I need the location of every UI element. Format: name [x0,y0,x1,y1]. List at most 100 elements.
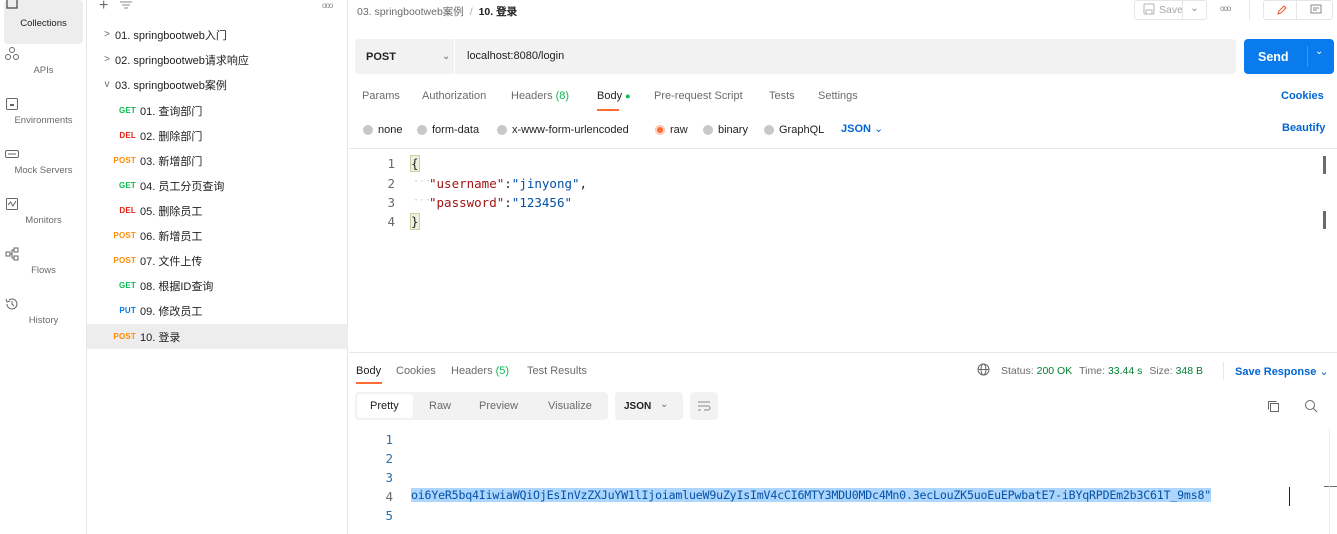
method-select[interactable]: POST ⌄ [355,39,455,74]
chevron-right-icon: > [104,29,110,40]
tree-folder[interactable]: > 01. springbootweb入门 [87,22,348,47]
edit-icon[interactable] [1267,1,1297,19]
tree-request[interactable]: POST 07. 文件上传 [87,248,348,273]
text-cursor [1289,487,1290,506]
radio-dot [703,125,713,135]
method-value: POST [366,50,396,63]
send-button[interactable]: Send ⌄ [1244,39,1334,74]
tree-request-selected[interactable]: POST 10. 登录 [87,324,348,349]
time-value[interactable]: 33.44 s [1108,365,1142,377]
header-more-icon[interactable]: ooo [1220,4,1231,13]
response-format-select[interactable]: JSON ⌄ [615,392,683,420]
breadcrumb: 03. springbootweb案例 / 10. 登录 [357,4,517,19]
view-pretty[interactable]: Pretty [370,400,399,412]
radio-urlencoded[interactable]: x-www-form-urlencoded [497,124,629,136]
line-number: 3 [387,195,395,210]
tree-folder[interactable]: > 02. springbootweb请求响应 [87,47,348,72]
folder-label: 02. springbootweb请求响应 [115,54,249,67]
brace-open: { [410,155,420,172]
tab-tests[interactable]: Tests [769,90,795,102]
radio-label: GraphQL [779,124,825,136]
wrap-lines-button[interactable] [690,392,718,420]
breadcrumb-parent[interactable]: 03. springbootweb案例 [357,6,464,18]
collection-tree: + ooo > 01. springbootweb入门 > 02. spring… [87,0,348,534]
response-body-editor[interactable]: 1 2 3 4 5 oi6YeR5bq4IiwiaWQiOjEsInVzZXJu… [349,428,1337,534]
tab-settings[interactable]: Settings [818,90,858,102]
beautify-link[interactable]: Beautify [1282,122,1325,134]
status-value[interactable]: 200 OK [1037,365,1073,377]
chevron-down-icon: ⌄ [874,123,884,135]
view-raw[interactable]: Raw [429,400,451,412]
rail-mock-servers[interactable]: Mock Servers [4,146,83,190]
tree-more-icon[interactable]: ooo [322,1,333,10]
resp-tab-test-results[interactable]: Test Results [527,365,587,377]
radio-binary[interactable]: binary [703,124,748,136]
rail-label: Collections [20,18,67,29]
method-badge: POST [113,332,136,341]
selected-token-text: oi6YeR5bq4IiwiaWQiOjEsInVzZXJuYW1lIjoiam… [411,488,1212,502]
tree-request[interactable]: GET 04. 员工分页查询 [87,173,348,198]
method-badge: DEL [119,131,136,140]
tree-request[interactable]: PUT 09. 修改员工 [87,298,348,323]
resp-tab-body[interactable]: Body [356,365,381,377]
request-body-editor[interactable]: 1 2 3 4 { ···· "username":"jinyong", ···… [349,153,1337,349]
tree-request[interactable]: DEL 02. 删除部门 [87,123,348,148]
rail-environments[interactable]: Environments [4,96,83,140]
globe-icon[interactable] [977,363,990,379]
body-format-select[interactable]: JSON ⌄ [841,122,883,135]
collections-icon [4,0,83,12]
add-icon[interactable]: + [99,0,108,15]
tab-body[interactable]: Body ● [597,90,631,102]
resp-tab-cookies[interactable]: Cookies [396,365,436,377]
save-dropdown-button[interactable]: ⌄ [1182,0,1207,20]
request-label: 02. 删除部门 [140,130,203,143]
rail-history[interactable]: History [4,296,83,340]
radio-none[interactable]: none [363,124,402,136]
tree-request[interactable]: GET 08. 根据ID查询 [87,273,348,298]
view-preview[interactable]: Preview [479,400,518,412]
chevron-down-icon[interactable]: ⌄ [1315,46,1323,57]
tab-params[interactable]: Params [362,90,400,102]
tree-request[interactable]: POST 06. 新增员工 [87,223,348,248]
resp-tab-body-underline [356,382,382,384]
copy-icon[interactable] [1267,400,1280,416]
rail-label: Monitors [25,215,62,226]
view-visualize[interactable]: Visualize [548,400,592,412]
json-key: "username" [429,176,505,191]
tree-request[interactable]: DEL 05. 删除员工 [87,198,348,223]
radio-raw[interactable]: raw [655,124,688,136]
radio-form-data[interactable]: form-data [417,124,479,136]
rail-monitors[interactable]: Monitors [4,196,83,240]
tree-folder-open[interactable]: v 03. springbootweb案例 [87,72,348,97]
method-badge: POST [113,256,136,265]
tree-request[interactable]: GET 01. 查询部门 [87,98,348,123]
json-key: "password" [429,195,505,210]
size-label: Size: [1149,365,1173,377]
body-format-value: JSON [841,123,871,135]
resp-tab-headers[interactable]: Headers (5) [451,365,509,377]
url-input[interactable]: localhost:8080/login [467,50,564,62]
tab-authorization[interactable]: Authorization [422,90,486,102]
response-view-segment: Pretty Raw Preview Visualize [355,392,608,420]
filter-icon[interactable] [119,0,133,13]
search-icon[interactable] [1304,399,1318,416]
cookies-link[interactable]: Cookies [1281,90,1324,102]
rail-flows[interactable]: Flows [4,246,83,290]
json-line: "password":"123456" [429,195,572,210]
tree-request[interactable]: POST 03. 新增部门 [87,148,348,173]
comment-icon[interactable] [1302,1,1330,19]
rail-collections[interactable]: Collections [4,0,83,44]
radio-label: form-data [432,124,480,136]
radio-label: x-www-form-urlencoded [512,124,629,136]
chevron-down-icon: v [104,79,110,90]
environments-icon [4,96,83,112]
rail-apis[interactable]: APIs [4,46,83,90]
radio-dot [764,125,774,135]
tab-headers-label: Headers [511,90,553,102]
tab-prerequest[interactable]: Pre-request Script [654,90,743,102]
size-value[interactable]: 348 B [1176,365,1203,377]
tab-headers[interactable]: Headers (8) [511,90,569,102]
save-response-button[interactable]: Save Response ⌄ [1235,365,1329,378]
rail-label: Mock Servers [14,165,73,176]
radio-graphql[interactable]: GraphQL [764,124,824,136]
